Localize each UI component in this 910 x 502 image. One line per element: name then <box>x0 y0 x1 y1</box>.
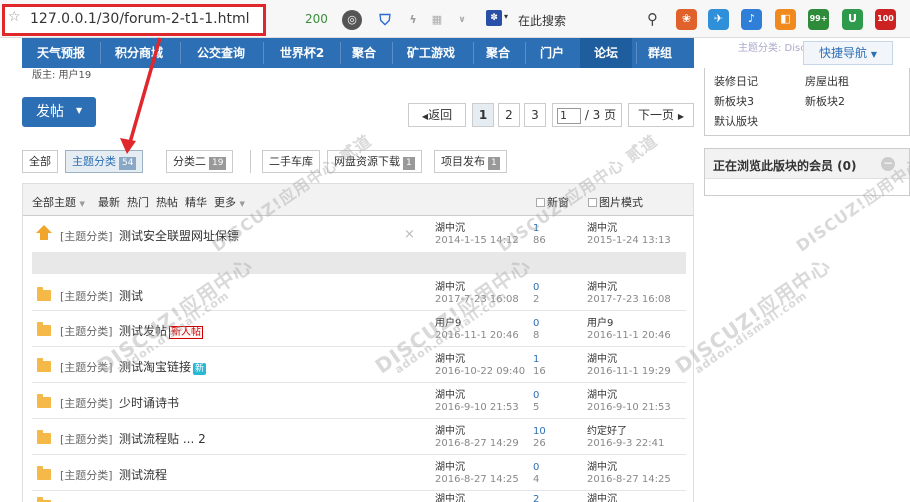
arrow-line <box>127 37 162 147</box>
red-annotation-arrow <box>120 37 162 154</box>
arrow-head <box>120 138 136 154</box>
